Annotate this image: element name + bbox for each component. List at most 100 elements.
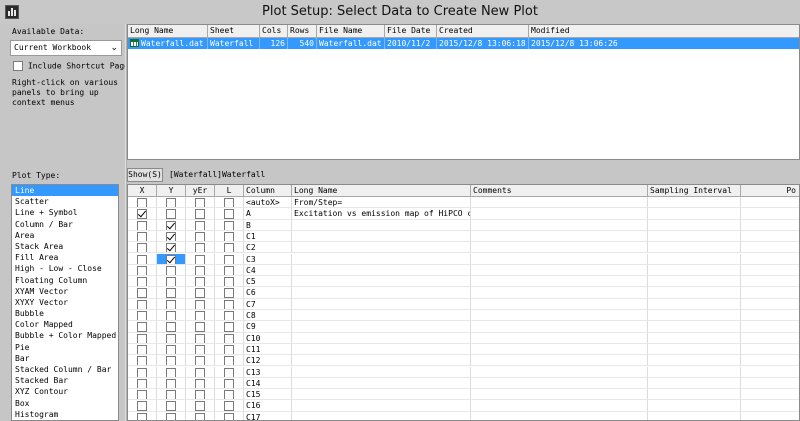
column-grid[interactable]: X Y yEr L Column Long Name Comments Samp…	[127, 184, 800, 421]
plot-type-item[interactable]: Line + Symbol	[12, 207, 118, 218]
yer-checkbox[interactable]	[195, 401, 205, 411]
cell-x[interactable]	[128, 298, 157, 310]
cell-x[interactable]	[128, 332, 157, 344]
table-row[interactable]: A Excitation vs emission map of HiPCO car	[128, 208, 799, 220]
cell-y[interactable]	[157, 411, 186, 420]
header-created[interactable]: Created	[437, 25, 529, 38]
l-checkbox[interactable]	[224, 322, 234, 332]
cell-l[interactable]	[215, 355, 244, 367]
cell-x[interactable]	[128, 242, 157, 254]
l-checkbox[interactable]	[224, 412, 234, 420]
cell-x[interactable]	[128, 411, 157, 420]
l-checkbox[interactable]	[224, 311, 234, 321]
x-checkbox[interactable]	[137, 265, 147, 276]
l-checkbox[interactable]	[224, 333, 234, 343]
cell-x[interactable]	[128, 208, 157, 220]
cell-yer[interactable]	[186, 400, 215, 412]
l-checkbox[interactable]	[224, 254, 234, 264]
cell-x[interactable]	[128, 276, 157, 288]
cell-yer[interactable]	[186, 355, 215, 367]
cell-y[interactable]	[157, 377, 186, 390]
cell-yer[interactable]	[186, 321, 215, 333]
y-checkbox[interactable]	[166, 367, 176, 377]
plot-type-item[interactable]: Floating Column	[12, 275, 118, 286]
header-cols[interactable]: Cols	[260, 25, 288, 38]
header-long-name[interactable]: Long Name	[128, 25, 208, 38]
table-row[interactable]: C10	[128, 332, 799, 344]
cell-l[interactable]	[215, 377, 244, 390]
cell-l[interactable]	[215, 264, 244, 277]
cell-l[interactable]	[215, 366, 244, 378]
table-row[interactable]: C2	[128, 242, 799, 254]
yer-checkbox[interactable]	[195, 243, 205, 253]
yer-checkbox[interactable]	[195, 333, 205, 343]
workbook-grid[interactable]: Long Name Sheet Cols Rows File Name File…	[127, 24, 800, 160]
cell-yer[interactable]	[186, 253, 215, 265]
l-checkbox[interactable]	[224, 367, 234, 377]
available-data-dropdown[interactable]: Current Workbook ⌄	[10, 40, 122, 56]
x-checkbox[interactable]	[137, 220, 147, 230]
table-row[interactable]: C17	[128, 411, 799, 420]
y-checkbox[interactable]	[166, 243, 176, 253]
cell-yer[interactable]	[186, 343, 215, 356]
cell-yer[interactable]	[186, 287, 215, 299]
cell-l[interactable]	[215, 411, 244, 420]
cell-x[interactable]	[128, 355, 157, 367]
cell-y[interactable]	[157, 389, 186, 401]
cell-yer[interactable]	[186, 197, 215, 209]
cell-y[interactable]	[157, 287, 186, 299]
table-row[interactable]: <autoX> From/Step=	[128, 197, 799, 209]
cell-l[interactable]	[215, 400, 244, 412]
cell-y[interactable]	[157, 197, 186, 209]
cell-x[interactable]	[128, 287, 157, 299]
cell-l[interactable]	[215, 343, 244, 356]
y-checkbox[interactable]	[166, 322, 176, 332]
cell-y[interactable]	[157, 400, 186, 412]
yer-checkbox[interactable]	[195, 299, 205, 309]
l-checkbox[interactable]	[224, 288, 234, 298]
cell-x[interactable]	[128, 310, 157, 322]
header-modified[interactable]: Modified	[529, 25, 799, 38]
cell-y[interactable]	[157, 264, 186, 277]
cell-yer[interactable]	[186, 264, 215, 277]
y-checkbox[interactable]	[166, 333, 176, 343]
cell-y[interactable]	[157, 298, 186, 310]
y-checkbox[interactable]	[166, 254, 176, 264]
x-checkbox[interactable]	[137, 299, 147, 309]
cell-x[interactable]	[128, 219, 157, 231]
header-file-date[interactable]: File Date	[385, 25, 437, 38]
y-checkbox[interactable]	[166, 390, 176, 400]
cell-y[interactable]	[157, 230, 186, 243]
yer-checkbox[interactable]	[195, 265, 205, 276]
table-row[interactable]: C1	[128, 230, 799, 243]
header-sampling-interval[interactable]: Sampling Interval	[648, 185, 741, 197]
cell-x[interactable]	[128, 264, 157, 277]
cell-yer[interactable]	[186, 208, 215, 220]
cell-x[interactable]	[128, 389, 157, 401]
plot-type-item[interactable]: Stacked Column / Bar	[12, 364, 118, 375]
yer-checkbox[interactable]	[195, 378, 205, 389]
table-row[interactable]: B	[128, 219, 799, 231]
table-row[interactable]: C8	[128, 310, 799, 322]
plot-type-item[interactable]: XYZ Contour	[12, 386, 118, 397]
cell-yer[interactable]	[186, 219, 215, 231]
header-sheet[interactable]: Sheet	[208, 25, 260, 38]
cell-x[interactable]	[128, 253, 157, 265]
yer-checkbox[interactable]	[195, 288, 205, 298]
cell-y[interactable]	[157, 332, 186, 344]
y-checkbox[interactable]	[166, 209, 176, 219]
x-checkbox[interactable]	[137, 378, 147, 389]
cell-y[interactable]	[157, 276, 186, 288]
y-checkbox[interactable]	[166, 231, 176, 242]
plot-type-item[interactable]: Histogram	[12, 409, 118, 420]
cell-yer[interactable]	[186, 242, 215, 254]
cell-yer[interactable]	[186, 389, 215, 401]
cell-y[interactable]	[157, 208, 186, 220]
header-rows[interactable]: Rows	[288, 25, 317, 38]
cell-yer[interactable]	[186, 310, 215, 322]
table-row[interactable]: C11	[128, 343, 799, 356]
plot-type-item[interactable]: XYXY Vector	[12, 297, 118, 308]
table-row[interactable]: C7	[128, 298, 799, 310]
table-row[interactable]: C9	[128, 321, 799, 333]
x-checkbox[interactable]	[137, 401, 147, 411]
